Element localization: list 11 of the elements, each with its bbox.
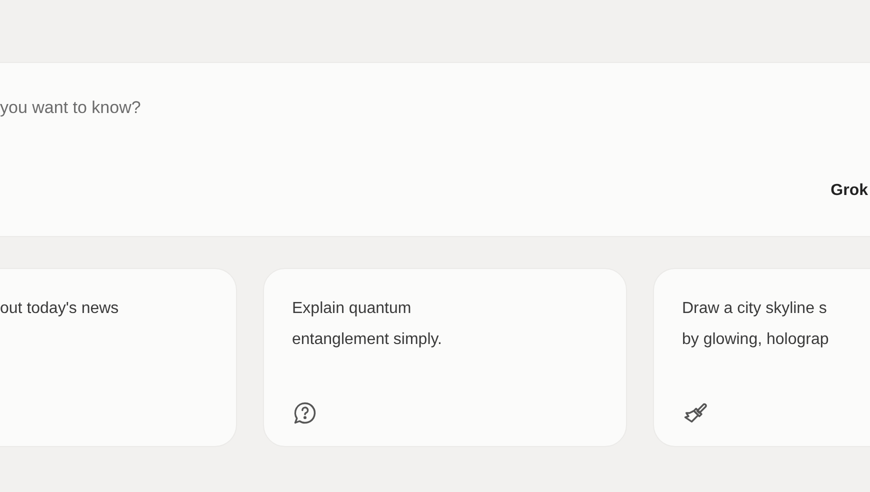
suggestion-text: Explain quantum <box>292 299 412 319</box>
suggestion-text: Draw a city skyline s <box>682 299 828 319</box>
question-bubble-icon <box>292 400 318 426</box>
suggestion-text: by glowing, holograp <box>682 330 830 350</box>
suggestion-card[interactable]: out today's news <box>0 268 237 447</box>
suggestion-card[interactable]: Explain quantum entanglement simply. <box>263 268 627 447</box>
suggestion-text: entanglement simply. <box>292 330 443 350</box>
prompt-input[interactable]: you want to know? <box>0 97 300 119</box>
suggestion-text: out today's news <box>0 299 120 319</box>
model-selector[interactable]: Grok <box>830 182 868 200</box>
suggestion-card[interactable]: Draw a city skyline s by glowing, holograp <box>653 268 870 447</box>
